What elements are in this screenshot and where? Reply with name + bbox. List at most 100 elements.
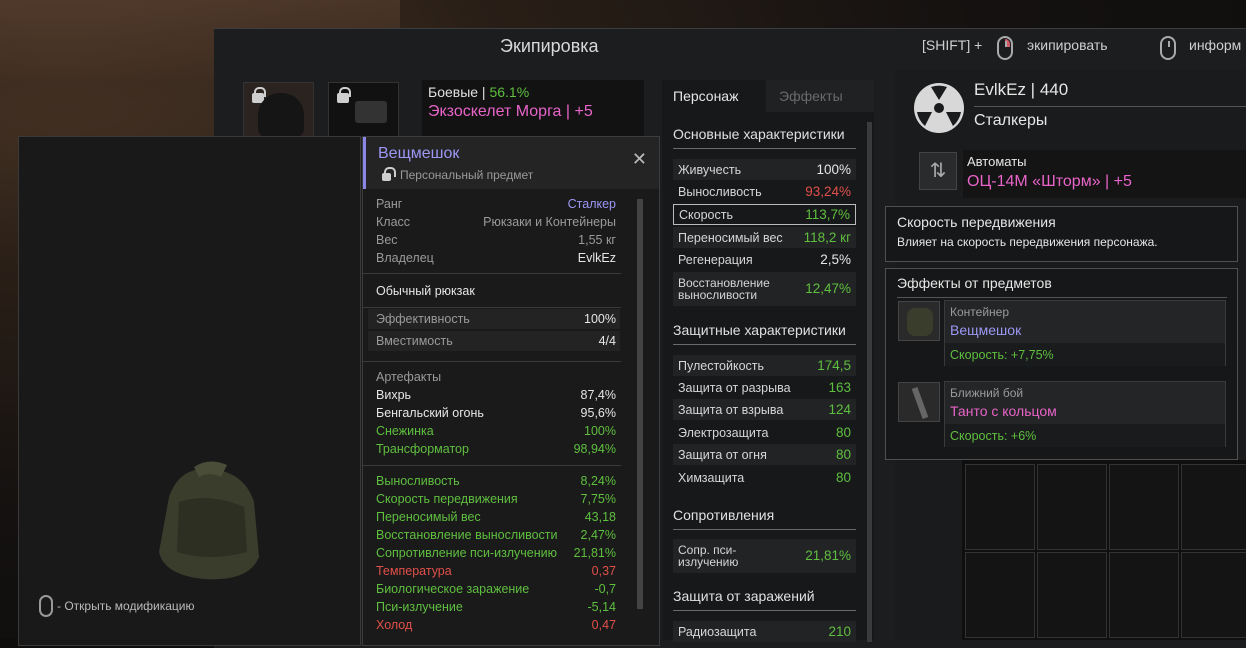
artifact-label: Снежинка: [376, 424, 434, 438]
device-slot[interactable]: [328, 82, 399, 138]
inventory-cell[interactable]: [1037, 464, 1107, 550]
effect-card[interactable]: Контейнер Вещмешок Скорость: +7,75%: [944, 300, 1226, 366]
effect-label: Холод: [376, 618, 413, 632]
close-icon[interactable]: ✕: [632, 149, 647, 170]
item-name: Вещмешок: [378, 145, 460, 162]
item-card-scrollbar[interactable]: [637, 199, 643, 609]
inventory-grid: [962, 460, 1246, 640]
artifact-label: Трансформатор: [376, 442, 469, 456]
info-label: Класс: [376, 215, 411, 229]
player-faction: Сталкеры: [974, 112, 1048, 129]
item-subtitle: Персональный предмет: [400, 168, 534, 182]
resist-title: Сопротивления: [673, 507, 775, 523]
stat-label: Регенерация: [678, 252, 753, 267]
window-title: Экипировка: [500, 36, 599, 56]
stat-label: Живучесть: [678, 162, 742, 177]
item-card: Вещмешок Персональный предмет ✕ Ранг Стал…: [362, 136, 660, 646]
lock-icon: [337, 87, 351, 103]
mask-image: [258, 93, 304, 137]
armor-percent: 56.1%: [489, 84, 530, 100]
character-stats-panel: Персонаж Эффекты Основные характеристики…: [662, 80, 874, 642]
effect-value: 43,18: [584, 510, 616, 524]
stat-label: Защита от взрыва: [678, 402, 784, 417]
device-image: [355, 101, 387, 123]
artifacts-title: Артефакты: [376, 370, 442, 384]
stat-value: 12,47%: [805, 281, 851, 297]
inventory-cell[interactable]: [965, 552, 1035, 638]
lock-icon: [382, 167, 396, 181]
effect-type: Контейнер: [950, 305, 1010, 319]
inventory-cell[interactable]: [965, 464, 1035, 550]
tooltip-title: Скорость передвижения: [897, 214, 1056, 230]
mouse-right-icon: [997, 36, 1013, 60]
stat-value: 4/4: [598, 334, 616, 348]
stat-label: Защита от разрыва: [678, 380, 791, 395]
stat-label: Радиозащита: [678, 624, 757, 639]
inventory-cell[interactable]: [1109, 464, 1179, 550]
player-name: EvlkEz | 440: [974, 80, 1069, 99]
effect-label: Восстановление выносливости: [376, 528, 558, 542]
stat-value: 163: [828, 380, 851, 395]
info-label: Вес: [376, 233, 398, 247]
stat-label: Сопр. пси-излучению: [678, 543, 739, 569]
stat-value: 174,5: [817, 358, 851, 373]
speed-row[interactable]: Скорость 113,7%: [673, 204, 856, 225]
artifact-value: 100%: [584, 424, 616, 438]
stat-value: 2,5%: [820, 252, 851, 267]
stat-value: 100%: [816, 162, 851, 177]
stat-label: Защита от огня: [678, 447, 767, 462]
effect-label: Температура: [376, 564, 452, 578]
stat-label: Скорость: [679, 207, 733, 222]
backpack-image: [159, 461, 259, 580]
stats-scrollbar[interactable]: [867, 122, 872, 642]
armor-slot[interactable]: Боевые | 56.1% Экзоскелет Морга | +5: [422, 80, 644, 136]
stat-value: 118,2 кг: [803, 230, 851, 245]
armor-name: Экзоскелет Морга | +5: [428, 103, 593, 120]
stat-value: 124: [828, 402, 851, 417]
stat-value: 113,7%: [805, 207, 850, 222]
sort-icon[interactable]: ⇅: [919, 152, 957, 190]
backpack-thumb: [898, 301, 940, 341]
artifact-value: 87,4%: [580, 388, 616, 402]
tooltip-text: Влияет на скорость передвижения персонаж…: [897, 235, 1158, 249]
speed-tooltip: Скорость передвижения Влияет на скорость…: [885, 206, 1238, 262]
weapon-slot[interactable]: Автоматы ОЦ-14М «Шторм» | +5: [963, 150, 1246, 198]
item-description: Обычный рюкзак: [376, 284, 475, 298]
effect-card[interactable]: Ближний бой Танто с кольцом Скорость: +6…: [944, 381, 1226, 447]
mask-slot[interactable]: [243, 82, 314, 138]
info-value: Сталкер: [567, 197, 616, 211]
mouse-icon: [1160, 36, 1176, 60]
artifact-label: Бенгальский огонь: [376, 406, 484, 420]
inventory-cell[interactable]: [1181, 552, 1246, 638]
tab-effects[interactable]: Эффекты: [779, 88, 843, 104]
tab-character[interactable]: Персонаж: [673, 88, 738, 104]
open-mod-hint: - Открыть модификацию: [57, 599, 195, 613]
effect-label: Пси-излучение: [376, 600, 463, 614]
info-value: 1,55 кг: [578, 233, 616, 247]
stat-label: Выносливость: [678, 184, 762, 199]
inventory-cell[interactable]: [1181, 464, 1246, 550]
stat-value: 80: [835, 425, 851, 440]
stat-value: 21,81%: [805, 548, 851, 564]
weapon-category: Автоматы: [967, 154, 1027, 169]
stat-value: 210: [828, 624, 851, 639]
knife-thumb: [898, 382, 940, 422]
mouse-icon: [39, 595, 53, 617]
effect-value: 2,47%: [580, 528, 616, 542]
main-stats-title: Основные характеристики: [673, 126, 845, 142]
artifact-value: 98,94%: [573, 442, 616, 456]
stat-value: 93,24%: [805, 184, 851, 199]
effect-label: Скорость передвижения: [376, 492, 518, 506]
inventory-cell[interactable]: [1037, 552, 1107, 638]
stat-label: Электрозащита: [678, 425, 769, 440]
effect-type: Ближний бой: [950, 386, 1024, 400]
info-value: EvlkEz: [577, 251, 616, 265]
inventory-cell[interactable]: [1109, 552, 1179, 638]
effect-value: -5,14: [587, 600, 617, 614]
effect-value: Скорость: +7,75%: [950, 348, 1054, 362]
artifact-label: Вихрь: [376, 388, 412, 402]
effect-value: 8,24%: [580, 474, 616, 488]
stat-label: Эффективность: [376, 312, 470, 326]
effect-label: Сопротивление пси-излучению: [376, 546, 557, 560]
effect-value: 7,75%: [580, 492, 616, 506]
